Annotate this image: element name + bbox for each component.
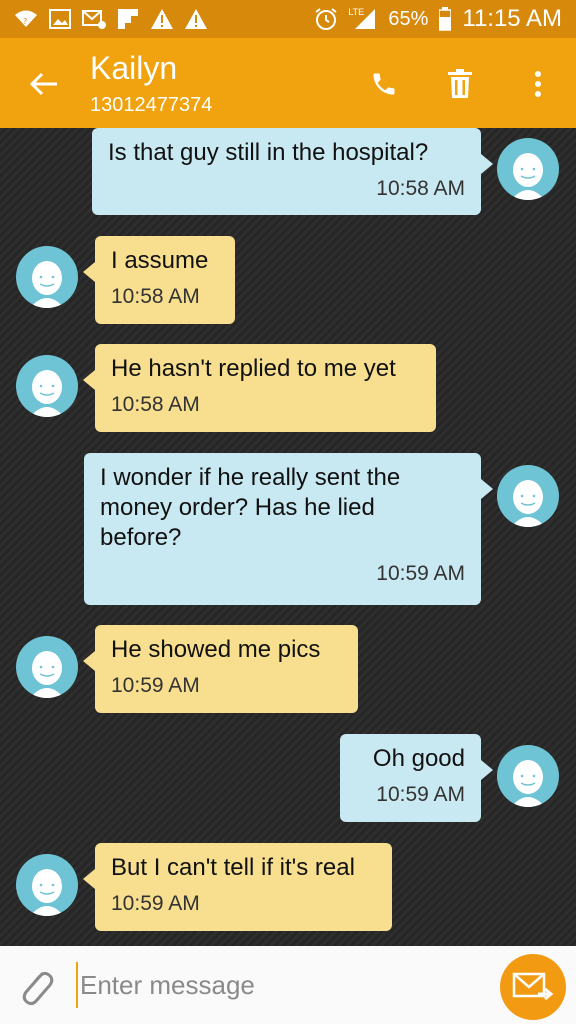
app-bar: Kailyn 13012477374 bbox=[0, 38, 576, 128]
message-bubble-incoming[interactable]: He hasn't replied to me yet 10:58 AM bbox=[83, 344, 436, 432]
back-arrow-icon bbox=[29, 72, 57, 96]
message-time: 10:59 AM bbox=[111, 892, 200, 915]
message-input[interactable] bbox=[76, 962, 482, 1008]
message-time: 10:59 AM bbox=[376, 783, 465, 806]
person-avatar-icon bbox=[30, 370, 64, 417]
svg-text:?: ? bbox=[23, 17, 27, 26]
avatar[interactable] bbox=[497, 465, 559, 527]
avatar[interactable] bbox=[16, 246, 78, 308]
delete-button[interactable] bbox=[440, 64, 480, 104]
attach-button[interactable] bbox=[16, 964, 56, 1008]
person-avatar-icon bbox=[511, 153, 545, 200]
contact-number: 13012477374 bbox=[90, 94, 213, 116]
avatar[interactable] bbox=[497, 138, 559, 200]
message-time: 10:58 AM bbox=[111, 285, 200, 308]
message-bubble-incoming[interactable]: But I can't tell if it's real 10:59 AM bbox=[83, 843, 392, 931]
person-avatar-icon bbox=[30, 651, 64, 698]
person-avatar-icon bbox=[511, 760, 545, 807]
message-text: He showed me pics bbox=[111, 636, 321, 663]
message-bubble-incoming[interactable]: He showed me pics 10:59 AM bbox=[83, 625, 358, 713]
send-button[interactable] bbox=[500, 954, 566, 1020]
contact-name: Kailyn bbox=[90, 50, 178, 86]
avatar[interactable] bbox=[16, 636, 78, 698]
message-text: Oh good bbox=[372, 745, 465, 772]
wifi-icon: ? bbox=[14, 8, 38, 30]
flipboard-icon bbox=[116, 8, 140, 30]
person-avatar-icon bbox=[511, 480, 545, 527]
message-text: I assume bbox=[111, 247, 209, 274]
battery-icon bbox=[438, 7, 452, 31]
battery-percent: 65% bbox=[388, 7, 429, 30]
message-bubble-outgoing[interactable]: Oh good 10:59 AM bbox=[340, 734, 493, 822]
message-time: 10:58 AM bbox=[111, 393, 200, 416]
message-bubble-incoming[interactable]: I assume 10:58 AM bbox=[83, 236, 235, 324]
message-time: 10:59 AM bbox=[111, 674, 200, 697]
image-icon bbox=[48, 8, 72, 30]
call-button[interactable] bbox=[364, 64, 404, 104]
message-time: 10:59 AM bbox=[376, 562, 465, 585]
alarm-icon bbox=[314, 8, 338, 30]
person-avatar-icon bbox=[30, 261, 64, 308]
clock: 11:15 AM bbox=[462, 5, 562, 32]
message-text: But I can't tell if it's real bbox=[111, 854, 355, 881]
message-composer bbox=[0, 946, 576, 1024]
message-bubble-outgoing[interactable]: Is that guy still in the hospital? 10:58… bbox=[92, 128, 493, 215]
message-text: Is that guy still in the hospital? bbox=[108, 139, 429, 166]
message-time: 10:58 AM bbox=[376, 177, 465, 200]
warning-icon bbox=[150, 8, 174, 30]
network-type: LTE bbox=[348, 7, 365, 17]
more-vert-icon bbox=[535, 71, 541, 97]
signal-icon: LTE bbox=[348, 7, 378, 30]
person-avatar-icon bbox=[30, 869, 64, 916]
more-options-button[interactable] bbox=[518, 64, 558, 104]
back-button[interactable] bbox=[22, 66, 66, 102]
paperclip-icon bbox=[22, 971, 54, 1006]
send-mail-icon bbox=[512, 972, 554, 1001]
status-bar: ? LTE 65% 11:15 AM bbox=[0, 0, 576, 38]
message-bubble-outgoing[interactable]: I wonder if he really sent the money ord… bbox=[84, 453, 493, 605]
avatar[interactable] bbox=[16, 854, 78, 916]
trash-icon bbox=[448, 69, 472, 98]
avatar[interactable] bbox=[497, 745, 559, 807]
avatar[interactable] bbox=[16, 355, 78, 417]
status-right: LTE 65% 11:15 AM bbox=[314, 0, 562, 38]
phone-icon bbox=[373, 73, 395, 95]
message-text: I wonder if he really sent the money ord… bbox=[100, 464, 401, 551]
mail-icon bbox=[82, 8, 106, 30]
message-text: He hasn't replied to me yet bbox=[111, 355, 396, 382]
warning-icon bbox=[184, 8, 208, 30]
message-list[interactable]: Is that guy still in the hospital? 10:58… bbox=[0, 128, 576, 946]
notification-icons: ? bbox=[0, 8, 208, 30]
